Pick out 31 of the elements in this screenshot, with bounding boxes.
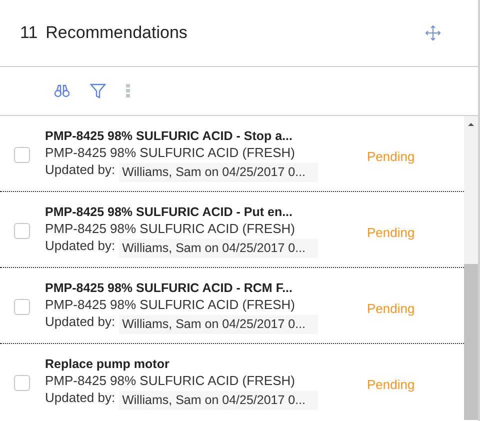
more-icon[interactable] xyxy=(126,84,130,98)
scrollbar[interactable] xyxy=(464,116,478,420)
asset-name: PMP-8425 98% SULFURIC ACID (FRESH) xyxy=(45,372,296,389)
row-checkbox[interactable] xyxy=(14,147,30,163)
recommendation-title[interactable]: Replace pump motor xyxy=(45,356,345,372)
row-checkbox[interactable] xyxy=(14,223,30,239)
row-checkbox[interactable] xyxy=(14,375,30,391)
updated-label: Updated by: xyxy=(45,161,116,178)
asset-name: PMP-8425 98% SULFURIC ACID (FRESH) xyxy=(45,220,296,237)
recommendation-title[interactable]: PMP-8425 98% SULFURIC ACID - Stop a... xyxy=(45,128,345,144)
filter-icon[interactable] xyxy=(90,83,106,99)
status-label: Pending xyxy=(367,376,415,394)
updated-value: Williams, Sam on 04/25/2017 0... xyxy=(119,315,318,334)
updated-value: Williams, Sam on 04/25/2017 0... xyxy=(119,239,318,258)
updated-value: Williams, Sam on 04/25/2017 0... xyxy=(119,391,318,410)
row-checkbox[interactable] xyxy=(14,299,30,315)
binoculars-icon[interactable] xyxy=(54,84,70,98)
status-label: Pending xyxy=(367,300,415,318)
recommendation-count: 11 xyxy=(20,22,38,44)
updated-value: Williams, Sam on 04/25/2017 0... xyxy=(119,163,318,182)
recommendation-title[interactable]: PMP-8425 98% SULFURIC ACID - Put en... xyxy=(45,204,345,220)
updated-label: Updated by: xyxy=(45,237,116,254)
move-icon[interactable] xyxy=(425,25,441,41)
status-label: Pending xyxy=(367,148,415,166)
status-label: Pending xyxy=(367,224,415,242)
asset-name: PMP-8425 98% SULFURIC ACID (FRESH) xyxy=(45,296,296,313)
recommendation-title[interactable]: PMP-8425 98% SULFURIC ACID - RCM F... xyxy=(45,280,345,296)
updated-label: Updated by: xyxy=(45,389,116,406)
updated-label: Updated by: xyxy=(45,313,116,330)
asset-name: PMP-8425 98% SULFURIC ACID (FRESH) xyxy=(45,144,296,161)
panel-title: Recommendations xyxy=(46,22,188,44)
